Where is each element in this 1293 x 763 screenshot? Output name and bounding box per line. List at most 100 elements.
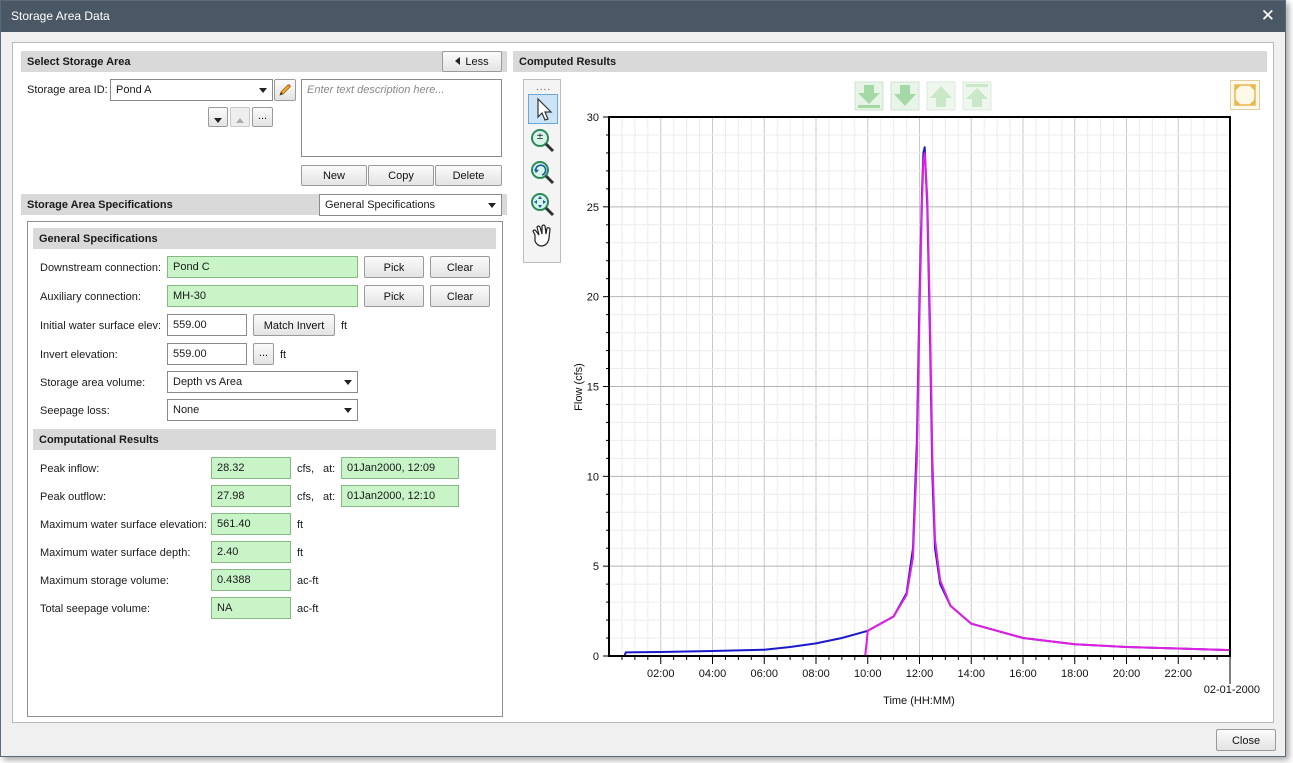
downstream-connection-label: Downstream connection: [40, 262, 162, 274]
chevron-down-icon [488, 203, 496, 208]
peak-outflow-unit: cfs, [297, 491, 315, 503]
description-placeholder: Enter text description here... [307, 84, 445, 96]
max-depth-unit: ft [297, 547, 304, 559]
invert-elevation-value: 559.00 [173, 348, 207, 360]
copy-label: Copy [388, 170, 414, 182]
select-storage-area-title: Select Storage Area [27, 56, 131, 68]
title-bar: Storage Area Data ✕ [1, 1, 1285, 32]
peak-outflow-at-label: at: [323, 491, 336, 503]
x-axis-label: Time (HH:MM) [883, 695, 955, 707]
x-tick-label: 12:00 [906, 668, 934, 680]
downstream-clear-button[interactable]: Clear [430, 256, 490, 278]
edit-pencil-button[interactable] [274, 79, 296, 101]
initial-water-surface-label: Initial water surface elev: [40, 320, 162, 332]
seepage-loss-select[interactable]: None [167, 399, 358, 421]
storage-area-volume-select[interactable]: Depth vs Area [167, 371, 358, 393]
zoom-extents-icon [531, 193, 555, 217]
max-depth-label: Maximum water surface depth: [40, 547, 191, 559]
invert-browse-button[interactable]: ... [253, 343, 274, 365]
next-item-button[interactable] [208, 107, 228, 127]
storage-area-volume-label: Storage area volume: [40, 377, 146, 389]
x-tick-label: 06:00 [750, 668, 778, 680]
less-button[interactable]: Less [442, 51, 502, 72]
auxiliary-connection-label: Auxiliary connection: [40, 291, 141, 303]
chevron-down-icon [344, 380, 352, 385]
delete-button[interactable]: Delete [435, 165, 502, 186]
match-invert-button[interactable]: Match Invert [253, 314, 335, 336]
max-wse-field: 561.40 [211, 513, 291, 535]
zoom-in-out-icon: ± [531, 129, 555, 153]
auxiliary-clear-button[interactable]: Clear [430, 285, 490, 307]
max-wse-unit: ft [297, 519, 304, 531]
x-tick-label: 22:00 [1164, 668, 1192, 680]
pan-hand-icon [532, 224, 551, 247]
close-window-icon[interactable]: ✕ [1261, 6, 1275, 26]
x-tick-label: 20:00 [1113, 668, 1141, 680]
close-button[interactable]: Close [1216, 729, 1276, 751]
clear-label: Clear [446, 262, 474, 274]
computational-results-title: Computational Results [39, 434, 159, 446]
clear-label: Clear [446, 291, 474, 303]
storage-area-id-label: Storage area ID: [27, 84, 108, 96]
new-label: New [322, 170, 345, 182]
computed-results-header: Computed Results [513, 51, 1267, 72]
chart-date-caption: 02-01-2000 [1204, 684, 1260, 696]
new-button[interactable]: New [301, 165, 367, 186]
y-tick-label: 15 [587, 382, 599, 394]
chevron-down-icon [259, 88, 267, 93]
description-textarea[interactable]: Enter text description here... [301, 79, 502, 157]
chevron-down-icon [344, 408, 352, 413]
initial-water-surface-input[interactable]: 559.00 [167, 314, 247, 336]
peak-inflow-field: 28.32 [211, 457, 291, 479]
peak-inflow-label: Peak inflow: [40, 463, 100, 475]
peak-inflow-time-value: 01Jan2000, 12:09 [347, 462, 436, 474]
specifications-view-select[interactable]: General Specifications [319, 194, 502, 216]
storage-area-id-select[interactable]: Pond A [110, 79, 273, 101]
triangle-down-icon [214, 118, 222, 123]
select-storage-area-header: Select Storage Area [21, 51, 507, 72]
max-storage-field: 0.4388 [211, 569, 291, 591]
x-tick-label: 18:00 [1061, 668, 1089, 680]
invert-browse-label: ... [258, 347, 269, 359]
x-tick-label: 10:00 [854, 668, 882, 680]
y-tick-label: 0 [593, 651, 599, 663]
downstream-connection-field[interactable]: Pond C [167, 256, 358, 278]
copy-button[interactable]: Copy [368, 165, 434, 186]
pick-label: Pick [383, 291, 405, 303]
general-specifications-title: General Specifications [39, 233, 158, 245]
seepage-volume-label: Total seepage volume: [40, 603, 151, 615]
peak-inflow-at-label: at: [323, 463, 336, 475]
peak-inflow-unit: cfs, [297, 463, 315, 475]
initial-ws-unit: ft [341, 320, 348, 332]
flow-hydrograph-chart: 02:00 04:00 06:00 08:00 10:00 12:00 14:00 16:00… [573, 112, 1260, 707]
x-tick-label: 08:00 [802, 668, 830, 680]
storage-area-data-window: Storage Area Data ✕ Select Storage Area … [0, 0, 1286, 757]
storage-area-volume-value: Depth vs Area [173, 376, 243, 388]
pencil-icon [279, 84, 291, 96]
y-tick-label: 20 [587, 292, 599, 304]
triangle-up-icon [236, 118, 244, 123]
general-specifications-header: General Specifications [33, 228, 496, 249]
x-tick-label: 14:00 [957, 668, 985, 680]
seepage-loss-label: Seepage loss: [40, 405, 110, 417]
toolbar-grip[interactable]: .... [536, 82, 551, 93]
downstream-pick-button[interactable]: Pick [364, 256, 424, 278]
browse-button[interactable]: ... [252, 107, 273, 127]
auxiliary-connection-value: MH-30 [173, 290, 207, 302]
previous-item-button[interactable] [230, 107, 250, 127]
specifications-panel: General Specifications Downstream connec… [27, 221, 503, 717]
delete-label: Delete [452, 170, 485, 182]
dialog-client-area: Select Storage Area Less Storage area ID… [12, 42, 1274, 723]
max-storage-unit: ac-ft [297, 575, 319, 587]
storage-area-id-value: Pond A [116, 84, 152, 96]
y-tick-label: 10 [587, 471, 599, 483]
max-wse-value: 561.40 [217, 518, 251, 530]
seepage-loss-value: None [173, 404, 200, 416]
invert-elevation-input[interactable]: 559.00 [167, 343, 247, 365]
auxiliary-connection-field[interactable]: MH-30 [167, 285, 358, 307]
invert-elevation-label: Invert elevation: [40, 349, 118, 361]
seepage-volume-value: NA [217, 602, 233, 614]
invert-unit: ft [280, 349, 287, 361]
auxiliary-pick-button[interactable]: Pick [364, 285, 424, 307]
seepage-volume-unit: ac-ft [297, 603, 319, 615]
